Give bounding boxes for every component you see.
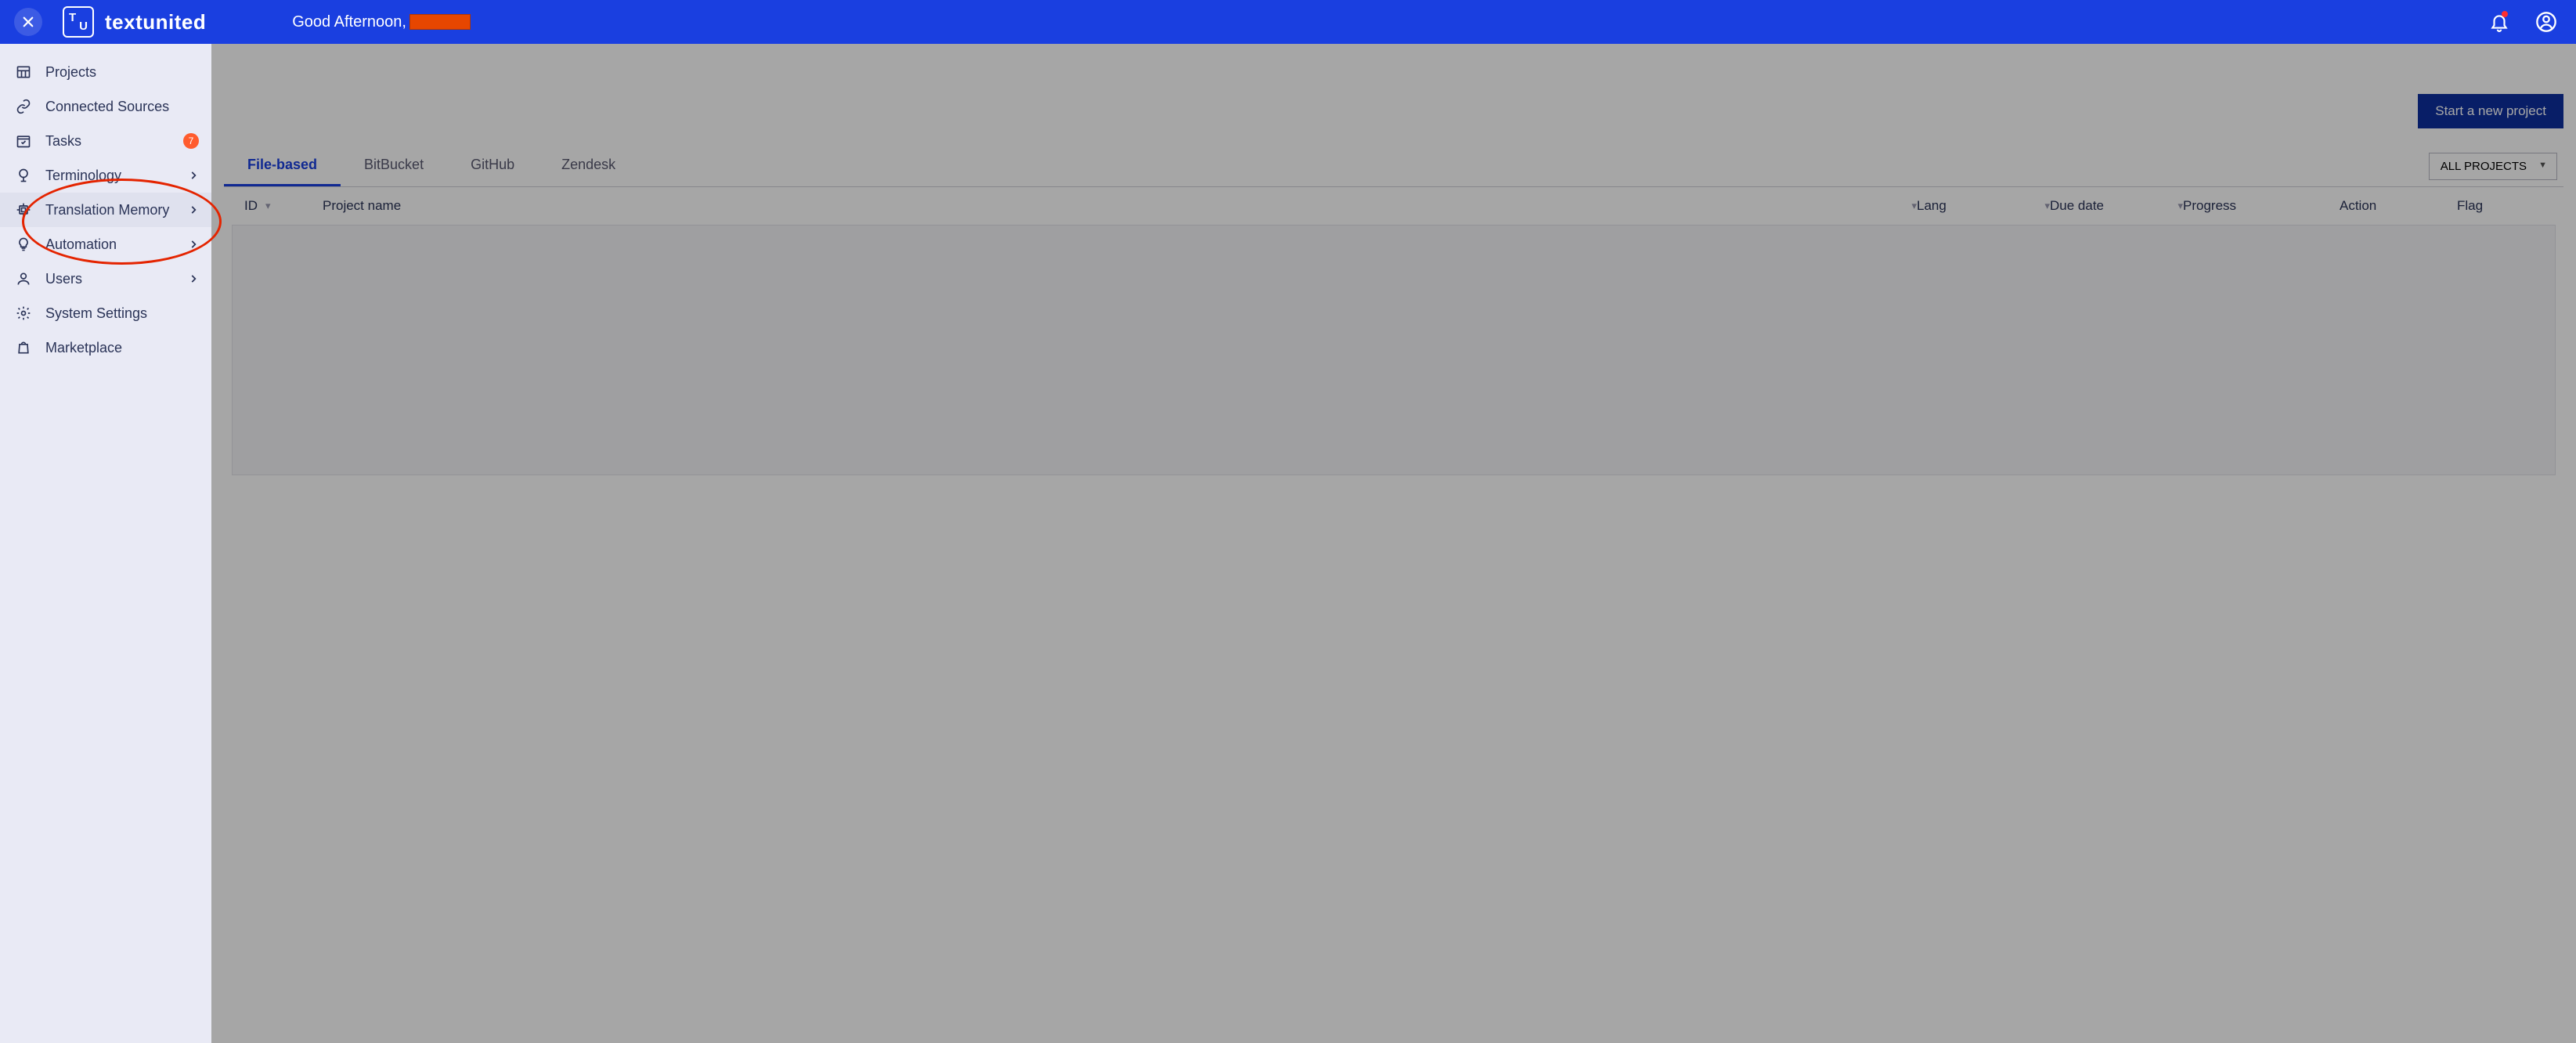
sidebar-item-label: System Settings xyxy=(45,305,147,322)
notifications-button[interactable] xyxy=(2484,6,2515,38)
account-button[interactable] xyxy=(2531,6,2562,38)
chevron-right-icon xyxy=(188,273,199,284)
chevron-right-icon xyxy=(188,239,199,250)
close-icon xyxy=(21,15,35,29)
bag-icon xyxy=(13,340,34,355)
grid-icon xyxy=(13,64,34,80)
sidebar-item-translation-memory[interactable]: Translation Memory xyxy=(0,193,211,227)
calendar-icon xyxy=(13,133,34,149)
sidebar-item-label: Translation Memory xyxy=(45,202,169,218)
user-circle-icon xyxy=(2535,11,2557,33)
chip-icon xyxy=(13,202,34,218)
sidebar-item-label: Projects xyxy=(45,64,96,81)
sidebar-item-terminology[interactable]: Terminology xyxy=(0,158,211,193)
notification-dot xyxy=(2502,11,2508,17)
sidebar-item-label: Terminology xyxy=(45,168,121,184)
link-icon xyxy=(13,99,34,114)
sidebar-item-label: Marketplace xyxy=(45,340,122,356)
topbar: TU textunited Good Afternoon, xyxy=(0,0,2576,44)
sidebar: Projects Connected Sources Tasks 7 Terminolo… xyxy=(0,44,211,1043)
chevron-right-icon xyxy=(188,204,199,215)
sidebar-item-marketplace[interactable]: Marketplace xyxy=(0,330,211,365)
sidebar-item-label: Tasks xyxy=(45,133,81,150)
greeting-text: Good Afternoon, xyxy=(292,13,406,31)
sidebar-item-projects[interactable]: Projects xyxy=(0,55,211,89)
tasks-badge: 7 xyxy=(183,133,199,149)
modal-dim-overlay[interactable] xyxy=(211,44,2576,1043)
brand-name: textunited xyxy=(105,10,206,34)
sidebar-item-automation[interactable]: Automation xyxy=(0,227,211,262)
globe-icon xyxy=(13,168,34,183)
close-sidebar-button[interactable] xyxy=(14,8,42,36)
brand-logo[interactable]: TU xyxy=(63,6,94,38)
sidebar-item-label: Users xyxy=(45,271,82,287)
sidebar-item-connected-sources[interactable]: Connected Sources xyxy=(0,89,211,124)
chevron-right-icon xyxy=(188,170,199,181)
greeting: Good Afternoon, xyxy=(292,13,471,31)
sidebar-item-tasks[interactable]: Tasks 7 xyxy=(0,124,211,158)
greeting-username-redacted xyxy=(409,14,471,30)
sidebar-item-label: Connected Sources xyxy=(45,99,169,115)
main-area: Start a new project File-basedBitBucketG… xyxy=(0,44,2576,1043)
sidebar-item-users[interactable]: Users xyxy=(0,262,211,296)
sidebar-item-label: Automation xyxy=(45,236,117,253)
gear-icon xyxy=(13,305,34,321)
user-icon xyxy=(13,271,34,287)
sidebar-item-system-settings[interactable]: System Settings xyxy=(0,296,211,330)
bulb-icon xyxy=(13,236,34,252)
